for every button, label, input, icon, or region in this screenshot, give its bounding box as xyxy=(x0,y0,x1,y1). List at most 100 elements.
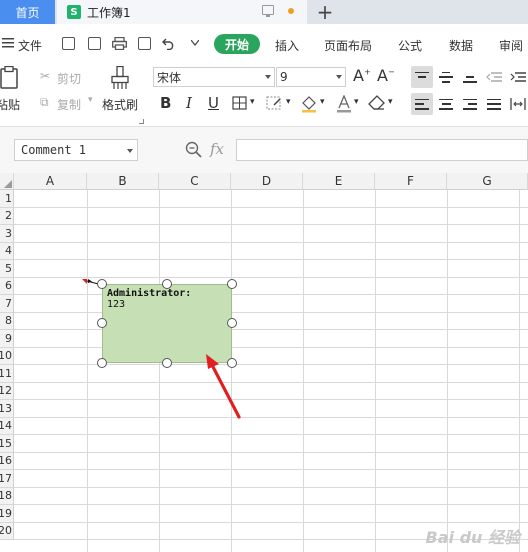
menu-page-layout[interactable]: 页面布局 xyxy=(324,37,372,54)
menu-insert[interactable]: 插入 xyxy=(275,37,299,54)
align-middle-button[interactable] xyxy=(435,66,457,88)
tab-home[interactable]: 首页 xyxy=(0,0,55,24)
font-color-icon[interactable] xyxy=(336,94,352,113)
row-header[interactable]: 17 xyxy=(0,470,14,488)
zoom-search-icon[interactable] xyxy=(185,141,203,159)
cell-style-icon[interactable] xyxy=(266,96,284,112)
row-header[interactable]: 11 xyxy=(0,365,14,383)
font-size-value: 9 xyxy=(280,70,288,84)
menu-formula[interactable]: 公式 xyxy=(398,37,422,54)
print-preview-icon[interactable] xyxy=(136,35,152,51)
paste-label[interactable]: 粘贴 xyxy=(0,96,20,113)
select-all-corner[interactable] xyxy=(0,173,14,190)
row-header[interactable]: 16 xyxy=(0,452,14,470)
row-header[interactable]: 10 xyxy=(0,347,14,365)
align-top-button[interactable] xyxy=(411,66,433,88)
resize-handle-bottom[interactable] xyxy=(162,358,172,368)
font-name-select[interactable]: 宋体 xyxy=(153,67,275,87)
resize-handle-left[interactable] xyxy=(97,318,107,328)
column-header[interactable]: B xyxy=(87,173,159,190)
row-header[interactable]: 20 xyxy=(0,522,14,540)
align-left-button[interactable] xyxy=(411,93,433,115)
format-painter-label[interactable]: 格式刷 xyxy=(102,96,138,113)
format-painter-icon[interactable] xyxy=(110,65,130,90)
menu-review[interactable]: 审阅 xyxy=(499,37,523,54)
increase-indent-button[interactable] xyxy=(507,66,528,88)
spreadsheet-grid[interactable]: A B C D E F G 12345678910111213141516171… xyxy=(0,173,528,552)
row-header[interactable]: 12 xyxy=(0,382,14,400)
row-header[interactable]: 14 xyxy=(0,417,14,435)
eraser-dropdown-icon[interactable]: ▾ xyxy=(388,97,393,107)
grid-line xyxy=(14,206,528,208)
align-center-button[interactable] xyxy=(435,93,457,115)
fill-color-icon[interactable] xyxy=(300,95,320,113)
row-header[interactable]: 4 xyxy=(0,242,14,260)
resize-handle-top-left[interactable] xyxy=(97,279,107,289)
resize-handle-bottom-left[interactable] xyxy=(97,358,107,368)
menu-data[interactable]: 数据 xyxy=(449,37,473,54)
print-icon[interactable] xyxy=(111,35,127,51)
row-header[interactable]: 18 xyxy=(0,487,14,505)
insert-function-button[interactable]: fx xyxy=(210,140,224,158)
border-dropdown-icon[interactable]: ▾ xyxy=(250,97,255,107)
column-header[interactable]: G xyxy=(447,173,528,190)
column-header[interactable]: F xyxy=(375,173,447,190)
resize-handle-top[interactable] xyxy=(162,279,172,289)
formula-input[interactable] xyxy=(236,139,528,161)
italic-button[interactable]: I xyxy=(186,94,192,112)
row-header[interactable]: 13 xyxy=(0,400,14,418)
save-icon[interactable] xyxy=(60,35,76,51)
cut-button[interactable]: 剪切 xyxy=(57,70,81,87)
row-header[interactable]: 19 xyxy=(0,505,14,523)
monitor-icon[interactable] xyxy=(262,5,274,17)
decrease-indent-button[interactable] xyxy=(483,66,505,88)
quick-access-dropdown-icon[interactable] xyxy=(187,35,203,51)
menu-start[interactable]: 开始 xyxy=(214,34,260,54)
new-tab-button[interactable]: + xyxy=(312,0,338,24)
menu-file[interactable]: 文件 xyxy=(18,37,42,54)
eraser-icon[interactable] xyxy=(368,95,386,111)
clipboard-group-launcher-icon[interactable] xyxy=(139,119,144,124)
row-header[interactable]: 2 xyxy=(0,207,14,225)
hamburger-menu-icon[interactable] xyxy=(0,35,16,51)
column-header[interactable]: D xyxy=(231,173,303,190)
align-right-button[interactable] xyxy=(459,93,481,115)
paste-clipboard-icon[interactable] xyxy=(0,65,22,90)
name-box[interactable]: Comment 1 xyxy=(14,139,138,161)
justify-button[interactable] xyxy=(483,93,505,115)
underline-button[interactable]: U xyxy=(208,94,219,112)
row-header[interactable]: 1 xyxy=(0,190,14,208)
grid-line xyxy=(447,190,448,552)
name-box-dropdown-icon[interactable] xyxy=(127,149,133,153)
column-header[interactable]: E xyxy=(303,173,375,190)
copy-dropdown-icon[interactable]: ▾ xyxy=(88,95,93,105)
row-header[interactable]: 7 xyxy=(0,295,14,313)
row-header[interactable]: 15 xyxy=(0,435,14,453)
grid-line xyxy=(14,364,528,365)
scissors-icon: ✂ xyxy=(40,69,51,83)
export-pdf-icon[interactable] xyxy=(86,35,102,51)
copy-button[interactable]: 复制 xyxy=(57,96,81,113)
row-header[interactable]: 8 xyxy=(0,312,14,330)
undo-icon[interactable] xyxy=(161,35,177,51)
resize-handle-right[interactable] xyxy=(227,318,237,328)
font-size-select[interactable]: 9 xyxy=(276,67,346,87)
font-color-dropdown-icon[interactable]: ▾ xyxy=(354,97,359,107)
comment-text: 123 xyxy=(107,299,126,310)
fill-color-dropdown-icon[interactable]: ▾ xyxy=(320,97,325,107)
shrink-font-button[interactable]: A− xyxy=(377,66,395,85)
bold-button[interactable]: B xyxy=(160,94,171,112)
resize-handle-top-right[interactable] xyxy=(227,279,237,289)
grow-font-button[interactable]: A+ xyxy=(353,66,371,85)
row-header[interactable]: 6 xyxy=(0,277,14,295)
distributed-align-button[interactable] xyxy=(507,93,528,115)
column-header[interactable]: C xyxy=(159,173,231,190)
column-header[interactable]: A xyxy=(14,173,87,190)
row-header[interactable]: 3 xyxy=(0,225,14,243)
tab-workbook[interactable]: S 工作簿1 xyxy=(57,0,307,24)
row-header[interactable]: 9 xyxy=(0,330,14,348)
row-header[interactable]: 5 xyxy=(0,260,14,278)
align-bottom-button[interactable] xyxy=(459,66,481,88)
cell-style-dropdown-icon[interactable]: ▾ xyxy=(286,97,291,107)
border-icon[interactable] xyxy=(232,96,248,110)
